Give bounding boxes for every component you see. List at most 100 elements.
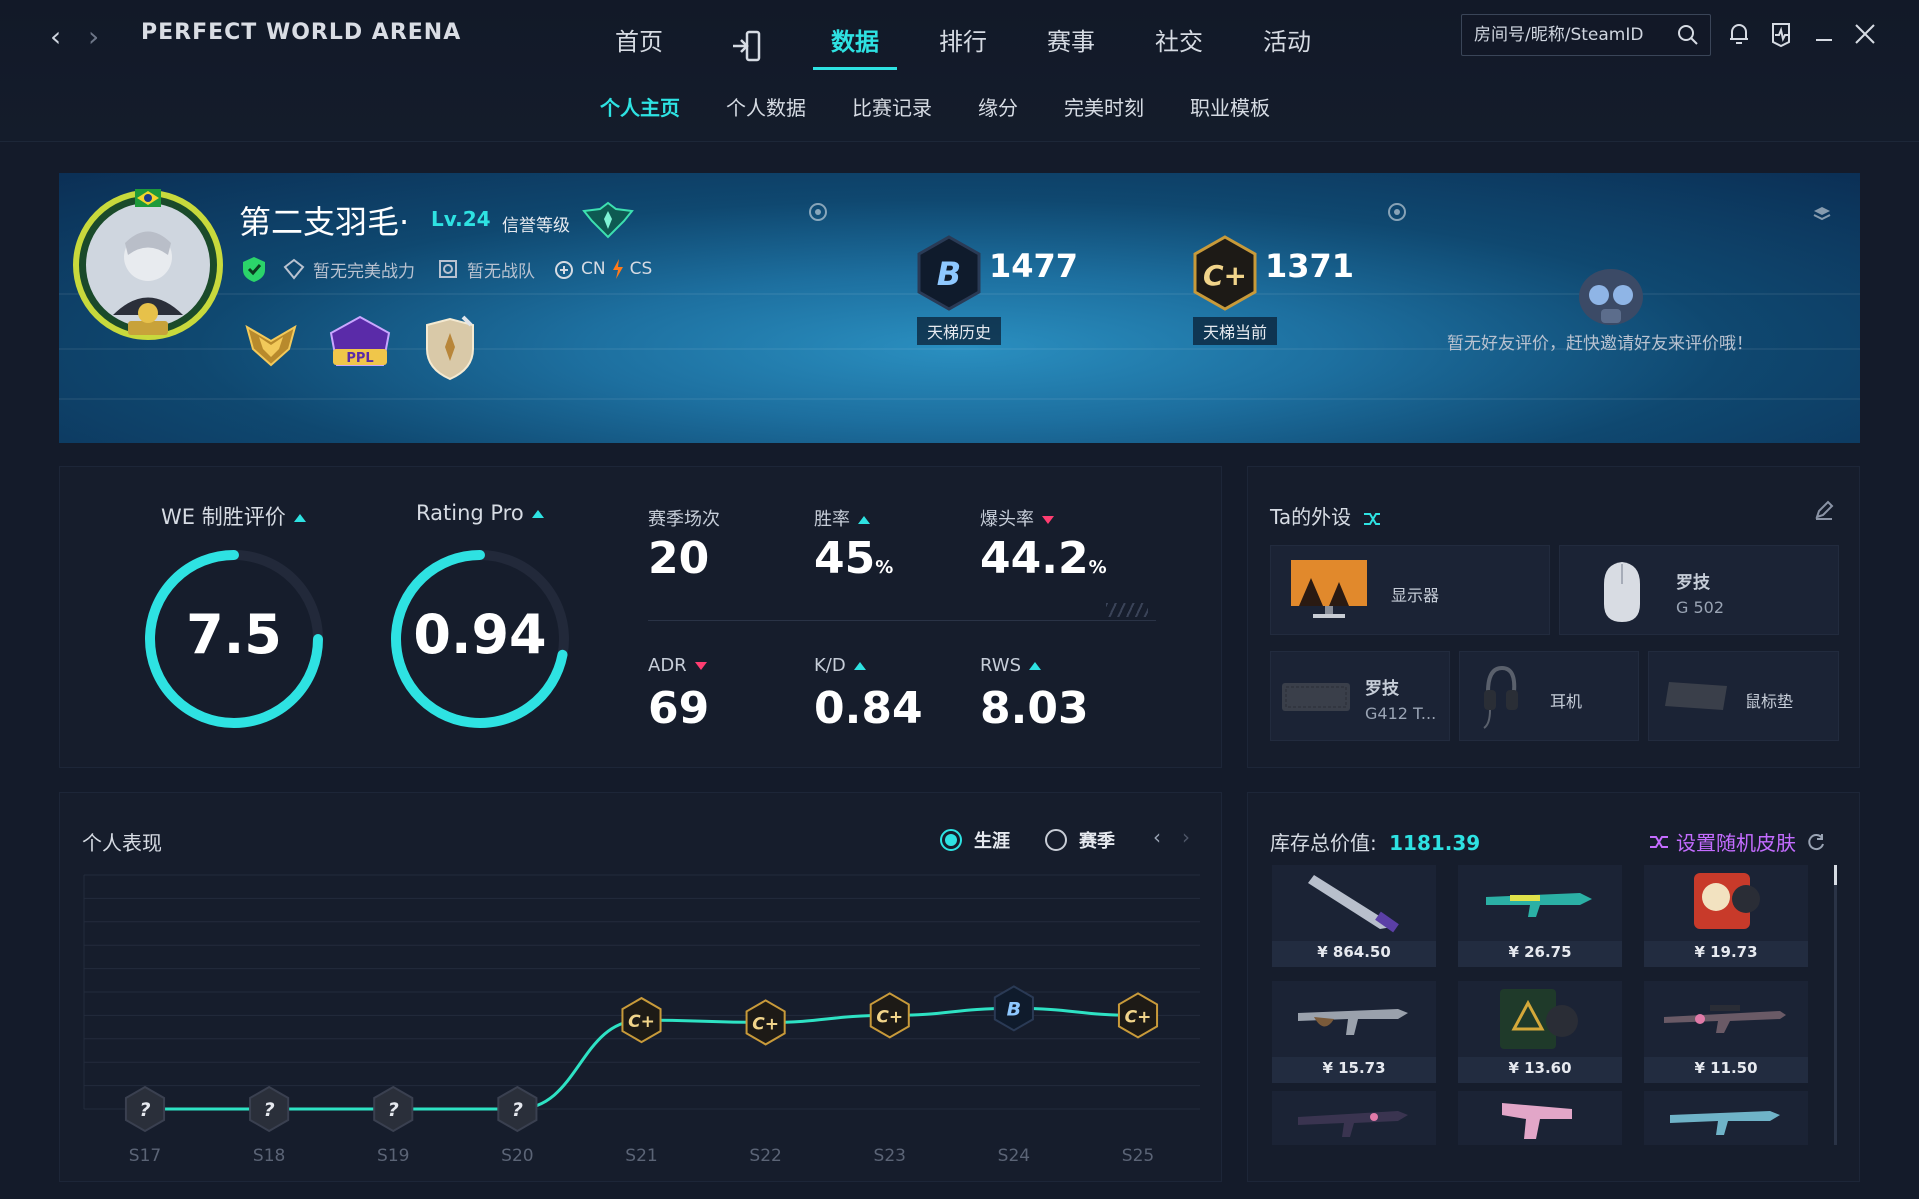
badge-row: PPL: [241, 315, 507, 383]
down-arrow-icon: [694, 662, 707, 670]
data-point[interactable]: C+: [1117, 992, 1159, 1039]
skin-item[interactable]: [1458, 1091, 1622, 1145]
profile-banner: 第二支羽毛· Lv.24 信誉等级 暂无完美战力 暂无战队 CN CS PPL …: [59, 173, 1860, 443]
data-point[interactable]: B: [993, 985, 1034, 1032]
tab-enter[interactable]: [693, 20, 801, 70]
tab-home[interactable]: 首页: [585, 20, 693, 70]
tab-data[interactable]: 数据: [801, 20, 909, 70]
skin-item[interactable]: ¥ 864.50: [1272, 865, 1436, 967]
ladder-current-score: 1371: [1265, 247, 1355, 285]
close-icon[interactable]: [1851, 20, 1879, 48]
rank-marker-label: ?: [264, 1099, 275, 1121]
radio-career[interactable]: 生涯: [940, 827, 1010, 853]
skin-item[interactable]: ¥ 15.73: [1272, 981, 1436, 1083]
set-random-skin-button[interactable]: 设置随机皮肤: [1648, 827, 1826, 856]
meta-row: 暂无完美战力 暂无战队 CN CS: [241, 255, 652, 283]
subtab-moments[interactable]: 完美时刻: [1064, 92, 1144, 121]
back-icon[interactable]: ‹: [50, 20, 61, 53]
skin-item[interactable]: ¥ 26.75: [1458, 865, 1622, 967]
subtab-fate[interactable]: 缘分: [978, 92, 1018, 121]
rank-marker-label: ?: [512, 1099, 523, 1121]
subtab-personal-data[interactable]: 个人数据: [726, 92, 806, 121]
edit-pencil-icon[interactable]: [1813, 499, 1835, 521]
shuffle-icon[interactable]: [1362, 510, 1382, 528]
knife-skin-icon: [1308, 875, 1399, 933]
inventory-panel: 库存总价值: 1181.39 设置随机皮肤 ¥ 864.50 ¥ 26.75 ¥…: [1247, 792, 1860, 1182]
next-page-icon[interactable]: ›: [1182, 825, 1190, 849]
tab-events[interactable]: 赛事: [1017, 20, 1125, 70]
scrollbar[interactable]: [1834, 865, 1837, 1145]
rifle-skin-icon: [1298, 1111, 1408, 1137]
top-bar: ‹ › PERFECT WORLD ARENA 首页 数据 排行 赛事 社交 活…: [0, 0, 1919, 142]
prev-page-icon[interactable]: ‹: [1153, 825, 1161, 849]
divider: [648, 620, 1156, 621]
sticker-skin-icon: [1694, 873, 1760, 929]
layers-icon[interactable]: [1812, 205, 1832, 225]
svg-text:C+: C+: [1203, 259, 1247, 292]
lightning-icon: [612, 259, 623, 279]
skin-item[interactable]: ¥ 11.50: [1644, 981, 1808, 1083]
data-point[interactable]: C+: [621, 996, 662, 1044]
subtab-profile[interactable]: 个人主页: [600, 92, 680, 121]
gear-mousepad[interactable]: 鼠标垫: [1648, 651, 1839, 741]
gear-headset[interactable]: 耳机: [1459, 651, 1639, 741]
data-point[interactable]: C+: [869, 992, 910, 1039]
gear-keyboard[interactable]: 罗技 G412 T...: [1270, 651, 1450, 741]
gold-wings-badge-icon[interactable]: [241, 315, 301, 371]
data-point[interactable]: ?: [124, 1085, 166, 1133]
search-input[interactable]: [1474, 25, 1674, 45]
player-level: Lv.24: [431, 207, 491, 231]
avatar[interactable]: [73, 185, 223, 345]
ladder-history[interactable]: B 1477 天梯历史: [915, 235, 1078, 345]
ladder-history-score: 1477: [989, 247, 1079, 285]
rank-c-plus-icon: C+: [1193, 235, 1257, 311]
svg-text:PPL: PPL: [346, 351, 373, 366]
skin-item[interactable]: ¥ 13.60: [1458, 981, 1622, 1083]
skin-item[interactable]: ¥ 19.73: [1644, 865, 1808, 967]
tab-social[interactable]: 社交: [1125, 20, 1233, 70]
x-tick-label: S17: [129, 1146, 161, 1166]
security-shield-icon: [243, 257, 265, 282]
subtab-match-history[interactable]: 比赛记录: [852, 92, 932, 121]
headset-icon: [1483, 665, 1518, 729]
settings-gear-icon[interactable]: [1386, 201, 1408, 223]
data-point[interactable]: ?: [373, 1085, 414, 1133]
skin-item[interactable]: [1644, 1091, 1808, 1145]
up-arrow-icon: [853, 662, 866, 670]
friend-review-text: 暂无好友评价，赶快邀请好友来评价哦！: [1447, 334, 1753, 354]
tab-activity[interactable]: 活动: [1233, 20, 1341, 70]
gear-monitor[interactable]: 显示器: [1270, 545, 1550, 635]
stats-panel: WE 制胜评价 7.5 Rating Pro 0.94 赛季场次 20 胜率 4…: [59, 466, 1222, 768]
gasmask-icon: [1579, 269, 1643, 325]
settings-gear-icon[interactable]: [807, 201, 829, 223]
capsule-skin-icon: [1500, 989, 1578, 1049]
ak-skin-icon: [1298, 1009, 1408, 1035]
data-point[interactable]: ?: [249, 1085, 290, 1133]
m4-skin-icon: [1670, 1111, 1780, 1135]
rank-marker-label: C+: [1125, 1007, 1152, 1027]
trust-shield-icon[interactable]: [580, 201, 636, 241]
search-icon[interactable]: [1676, 23, 1700, 47]
skin-item[interactable]: [1272, 1091, 1436, 1145]
ppl-badge-icon[interactable]: PPL: [327, 315, 393, 375]
ladder-current[interactable]: C+ 1371 天梯当前: [1191, 235, 1354, 345]
bell-icon[interactable]: [1725, 20, 1753, 48]
forward-icon[interactable]: ›: [88, 20, 99, 53]
data-point[interactable]: C+: [745, 999, 786, 1046]
team-icon: [439, 260, 457, 278]
ladder-history-label: 天梯历史: [917, 317, 1002, 345]
mouse-icon: [1604, 562, 1640, 622]
radio-season[interactable]: 赛季: [1045, 827, 1115, 853]
gear-mouse[interactable]: 罗技 G 502: [1559, 545, 1839, 635]
monitor-icon: [1291, 560, 1367, 618]
data-point[interactable]: ?: [497, 1085, 538, 1133]
refresh-icon[interactable]: [1806, 832, 1826, 852]
minimize-icon[interactable]: [1810, 20, 1838, 48]
main-nav: 首页 数据 排行 赛事 社交 活动: [585, 20, 1341, 70]
monitor-pulse-icon[interactable]: [1767, 20, 1795, 48]
tab-ranking[interactable]: 排行: [909, 20, 1017, 70]
shield-sword-badge-icon[interactable]: [419, 315, 481, 383]
subtab-pro-template[interactable]: 职业模板: [1190, 92, 1270, 121]
region-text: CN: [581, 259, 606, 279]
scrollbar-thumb[interactable]: [1834, 865, 1837, 885]
